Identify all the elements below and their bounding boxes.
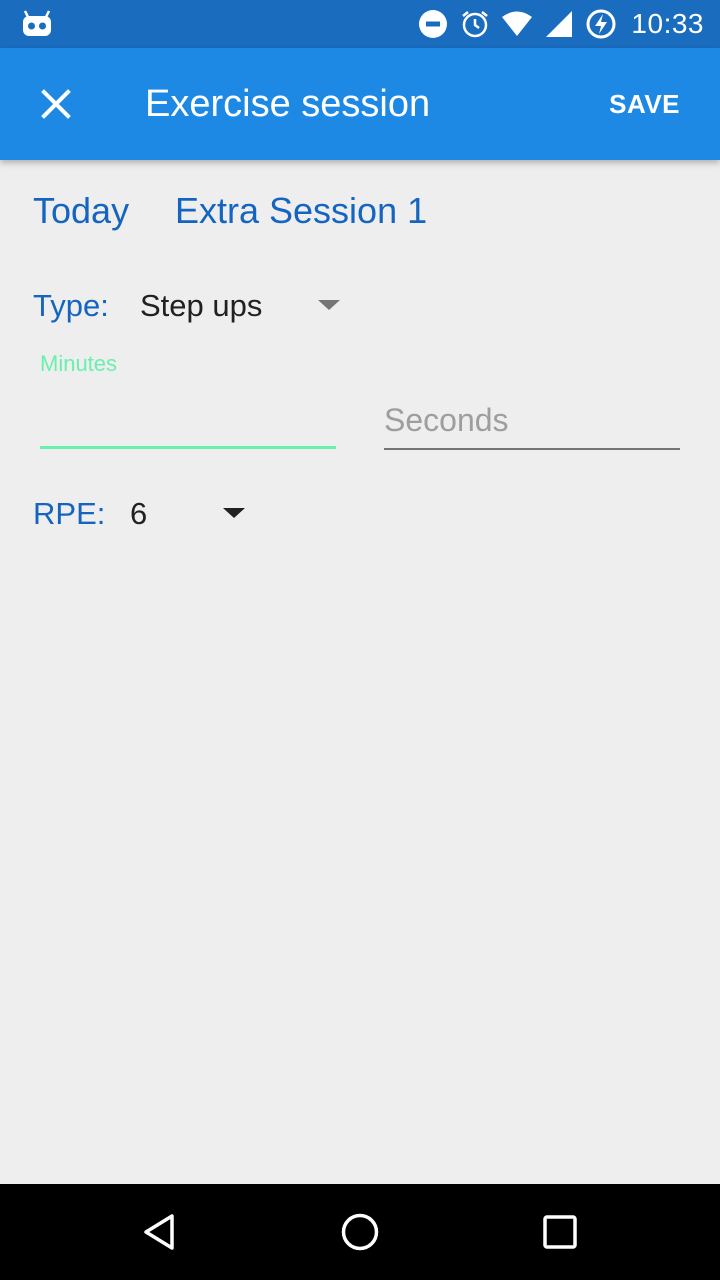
- navigation-bar: [0, 1184, 720, 1280]
- page-title: Exercise session: [145, 83, 431, 125]
- recents-icon: [543, 1215, 577, 1249]
- save-button[interactable]: SAVE: [609, 88, 680, 120]
- notification-app-icon: [22, 10, 52, 38]
- app-bar: Exercise session SAVE: [0, 48, 720, 160]
- home-button[interactable]: [328, 1200, 392, 1264]
- home-icon: [341, 1213, 379, 1251]
- session-label[interactable]: Extra Session 1: [175, 190, 427, 232]
- rpe-dropdown[interactable]: 6: [130, 486, 260, 542]
- dropdown-arrow-icon: [318, 300, 340, 310]
- seconds-field: [384, 392, 680, 450]
- alarm-icon: [459, 8, 491, 40]
- seconds-input[interactable]: [384, 392, 680, 450]
- type-dropdown[interactable]: Step ups: [140, 278, 350, 334]
- minutes-label: Minutes: [40, 351, 118, 376]
- minutes-field: Minutes: [40, 350, 336, 452]
- wifi-icon: [501, 8, 533, 40]
- close-button[interactable]: [24, 72, 88, 136]
- close-icon: [41, 89, 71, 119]
- cell-signal-icon: [543, 8, 575, 40]
- rpe-label: RPE:: [33, 496, 106, 531]
- type-label: Type:: [33, 288, 109, 323]
- dropdown-arrow-icon: [223, 508, 245, 518]
- minutes-input[interactable]: [40, 390, 336, 449]
- date-label[interactable]: Today: [33, 190, 129, 231]
- type-value: Step ups: [140, 288, 263, 323]
- rpe-value: 6: [130, 496, 148, 531]
- session-header: Today Extra Session 1: [33, 190, 427, 232]
- back-icon: [144, 1214, 174, 1250]
- status-bar: 10:33: [0, 0, 720, 48]
- recents-button[interactable]: [528, 1200, 592, 1264]
- status-time: 10:33: [631, 8, 704, 39]
- do-not-disturb-icon: [417, 8, 449, 40]
- battery-charging-icon: [585, 8, 617, 40]
- back-button[interactable]: [128, 1200, 192, 1264]
